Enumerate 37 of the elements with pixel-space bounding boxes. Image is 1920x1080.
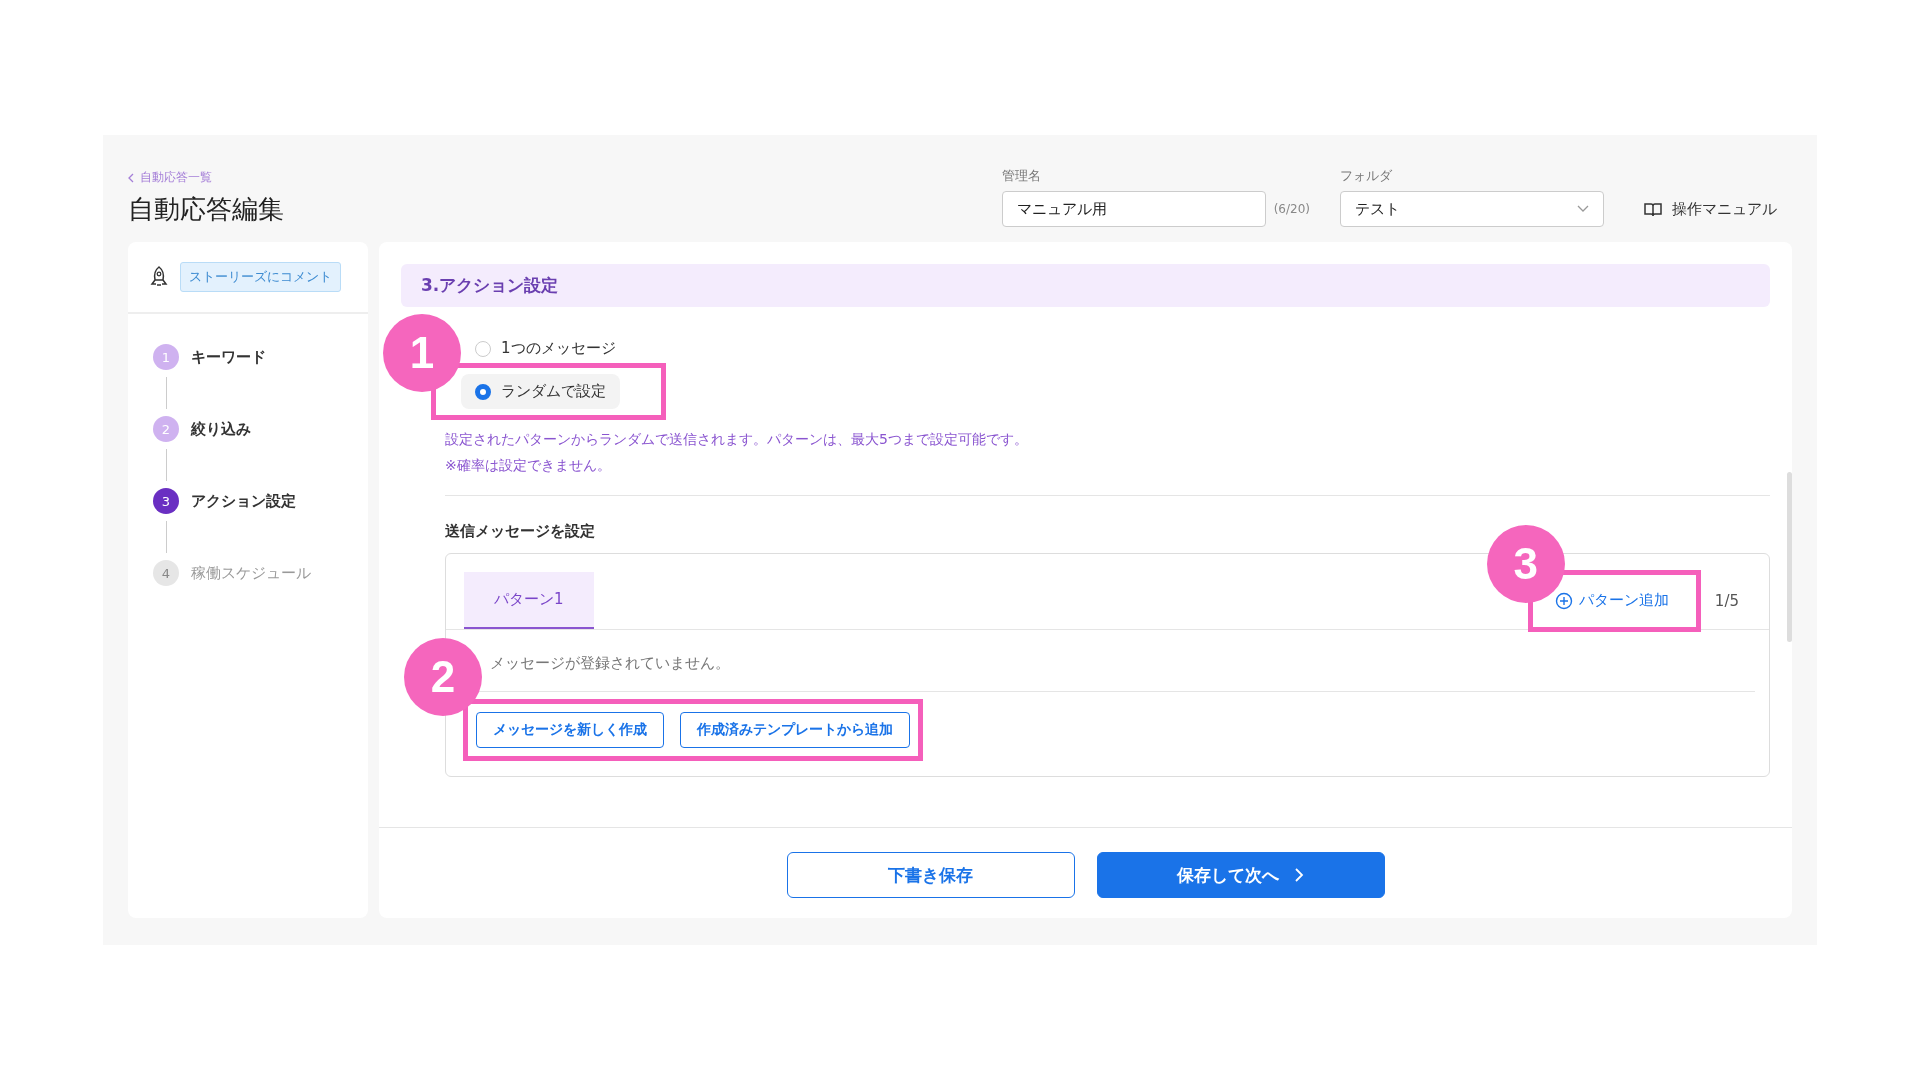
chevron-down-icon — [1577, 205, 1589, 213]
rocket-icon — [150, 266, 168, 288]
folder-select[interactable]: テスト — [1340, 191, 1604, 227]
draft-save-button[interactable]: 下書き保存 — [786, 852, 1075, 898]
step-number: 4 — [153, 560, 179, 586]
outline-button[interactable]: 作成済みテンプレートから追加 — [680, 712, 910, 748]
help-text: ※確率は設定できません。 — [445, 457, 612, 475]
page-title: 自動応答編集 — [128, 193, 284, 226]
field-label: 管理名 — [1001, 167, 1042, 185]
help-text: 設定されたパターンからランダムで送信されます。パターンは、最大5つまで設定可能です。 — [445, 431, 1029, 449]
trigger-tag: ストーリーズにコメント — [180, 262, 341, 292]
step-number-marker: 1 — [383, 314, 461, 392]
pattern-tab[interactable]: パターン1 — [464, 572, 594, 629]
chevron-right-icon — [1295, 868, 1304, 882]
step-item[interactable]: 3 アクション設定 — [153, 488, 343, 514]
radio-option[interactable]: ランダムで設定 — [461, 374, 620, 409]
field-label: フォルダ — [1340, 167, 1393, 185]
step-item[interactable]: 1 キーワード — [153, 344, 343, 370]
empty-message: メッセージが登録されていません。 — [489, 653, 731, 674]
radio-option[interactable]: 1つのメッセージ — [461, 331, 630, 366]
pattern-count: 1/5 — [1714, 591, 1739, 610]
step-number: 1 — [153, 344, 179, 370]
step-number: 3 — [153, 488, 179, 514]
step-number: 2 — [153, 416, 179, 442]
save-next-button[interactable]: 保存して次へ — [1096, 852, 1385, 898]
book-icon — [1644, 201, 1662, 217]
step-number-marker: 2 — [404, 638, 482, 716]
subsection-label: 送信メッセージを設定 — [444, 521, 596, 542]
chevron-left-icon — [128, 172, 134, 183]
character-counter: (6/20) — [1273, 202, 1310, 216]
step-number-marker: 3 — [1486, 525, 1565, 603]
name-field[interactable]: マニュアル用 — [1001, 191, 1266, 227]
outline-button[interactable]: メッセージを新しく作成 — [476, 712, 664, 748]
section-heading: 3.アクション設定 — [401, 264, 1770, 307]
manual-link[interactable]: 操作マニュアル — [1634, 191, 1777, 227]
step-item[interactable]: 2 絞り込み — [153, 416, 343, 442]
plus-circle-icon — [1554, 591, 1573, 610]
